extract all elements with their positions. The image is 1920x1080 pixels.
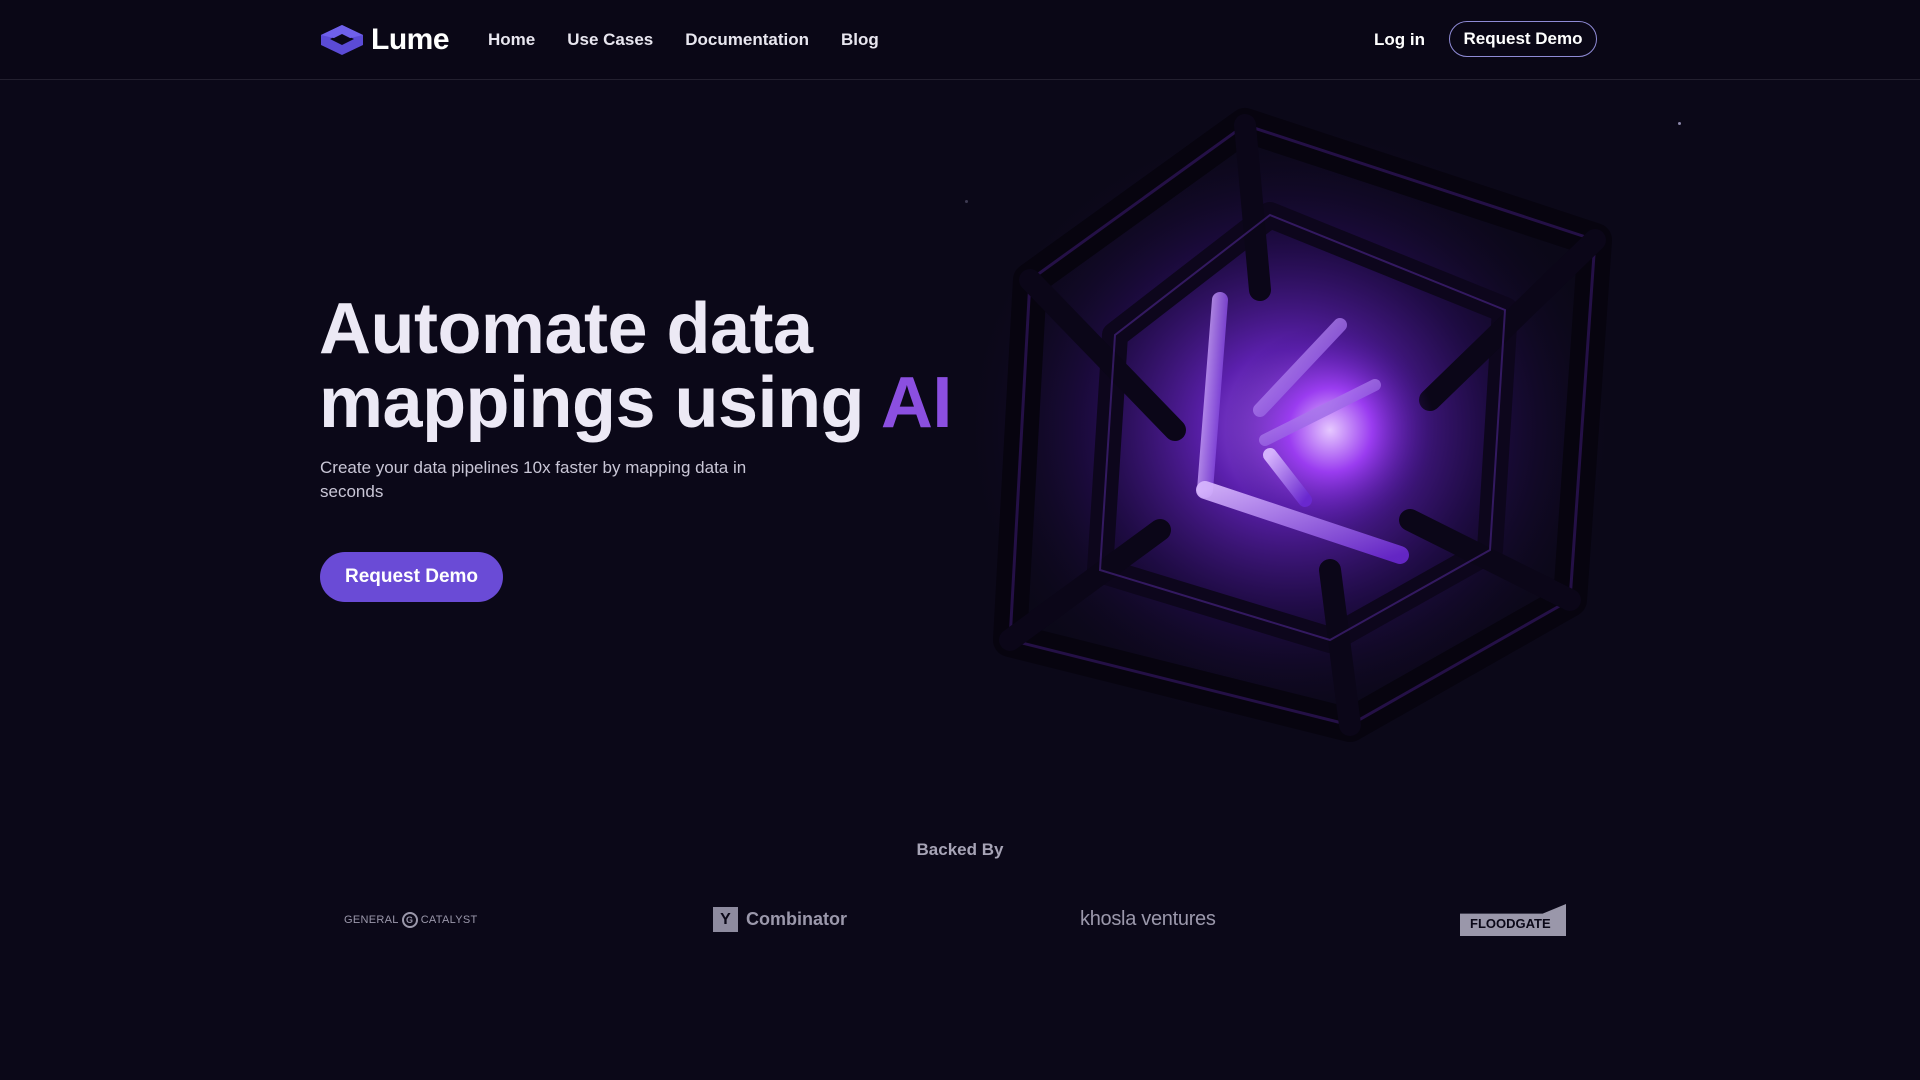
backer-logos: GENERAL G CATALYST Y Combinator khosla v… [0, 900, 1920, 940]
general-catalyst-word-left: GENERAL [344, 914, 399, 926]
floodgate-logo: FLOODGATE [1460, 904, 1566, 936]
general-catalyst-logo: GENERAL G CATALYST [344, 912, 478, 928]
top-navbar: Lume Home Use Cases Documentation Blog L… [0, 0, 1920, 80]
khosla-ventures-logo: khosla ventures [1080, 908, 1216, 930]
headline-line-2: mappings using [319, 363, 881, 443]
y-combinator-logo: Y Combinator [713, 907, 847, 932]
login-link[interactable]: Log in [1374, 30, 1425, 50]
general-catalyst-word-right: CATALYST [420, 914, 478, 926]
star-dot [1678, 122, 1681, 125]
y-combinator-mark-icon: Y [713, 907, 738, 932]
nav-link-use-cases[interactable]: Use Cases [567, 30, 653, 50]
hero-headline: Automate data mappings using AI [319, 292, 952, 440]
glowing-hexagon-graphic [960, 108, 1620, 750]
general-catalyst-mark-icon: G [401, 912, 418, 928]
nav-link-home[interactable]: Home [488, 30, 535, 50]
nav-link-documentation[interactable]: Documentation [685, 30, 809, 50]
star-dot [965, 200, 968, 203]
hero-hexagon-illustration [930, 100, 1650, 780]
hero-subtitle: Create your data pipelines 10x faster by… [320, 458, 747, 501]
brand-name: Lume [371, 23, 450, 56]
nav-request-demo-button[interactable]: Request Demo [1449, 21, 1597, 57]
floodgate-text: FLOODGATE [1460, 904, 1566, 936]
y-combinator-text: Combinator [746, 909, 847, 929]
nav-link-blog[interactable]: Blog [841, 30, 879, 50]
hexagon-cube-icon [321, 25, 363, 55]
brand-logo[interactable]: Lume [319, 22, 450, 58]
backed-by-label: Backed By [916, 840, 1004, 859]
nav-links: Home Use Cases Documentation Blog [488, 30, 911, 50]
headline-line-1: Automate data [319, 289, 813, 369]
hero-request-demo-button[interactable]: Request Demo [320, 552, 503, 602]
